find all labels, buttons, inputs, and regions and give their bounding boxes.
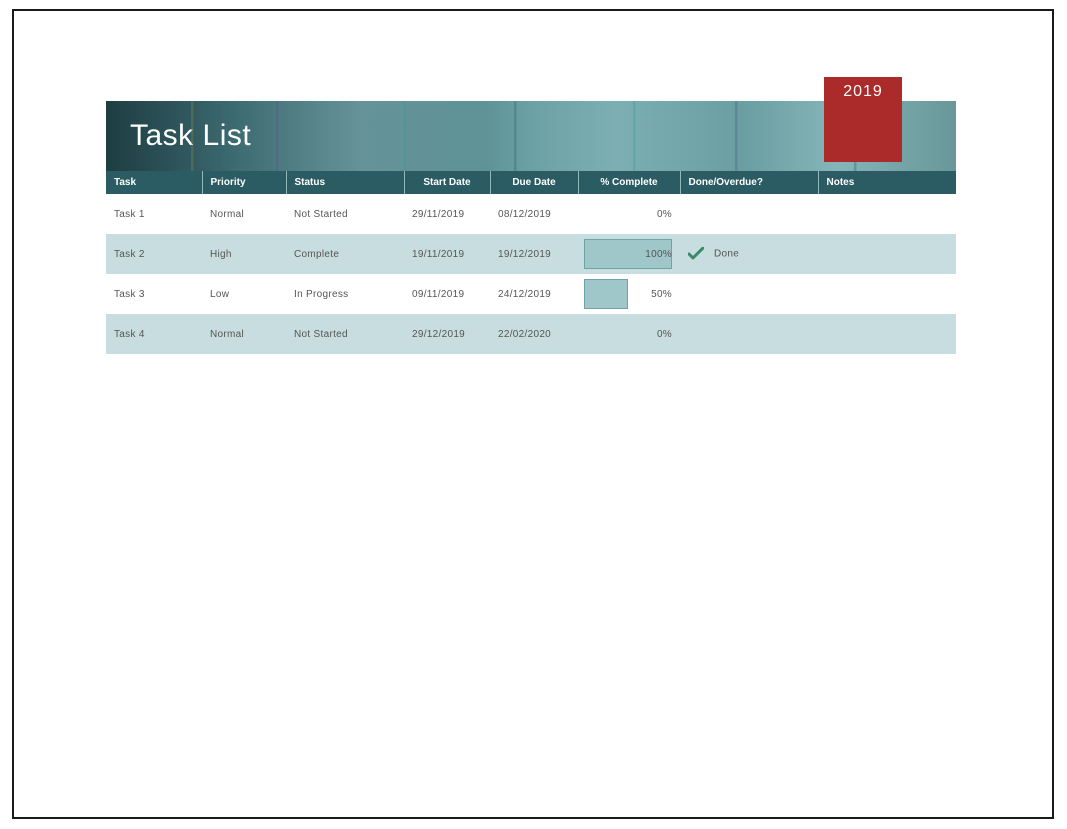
cell-pct-complete: 0% [578, 314, 680, 354]
col-task: Task [106, 171, 202, 194]
cell-pct-complete: 50% [578, 274, 680, 314]
cell-priority: Normal [202, 194, 286, 234]
year-badge: 2019 [824, 77, 902, 162]
cell-pct-complete: 0% [578, 194, 680, 234]
pct-label: 100% [645, 249, 672, 260]
table-row: Task 3LowIn Progress09/11/201924/12/2019… [106, 274, 956, 314]
cell-notes [818, 314, 956, 354]
col-notes: Notes [818, 171, 956, 194]
done-label: Done [714, 249, 739, 260]
cell-priority: Normal [202, 314, 286, 354]
cell-notes [818, 234, 956, 274]
cell-task: Task 1 [106, 194, 202, 234]
check-icon [688, 247, 704, 261]
col-start-date: Start Date [404, 171, 490, 194]
cell-status: Not Started [286, 194, 404, 234]
task-list-widget: 2019 Task List Task Priority Status Star… [106, 81, 956, 354]
col-done-overdue: Done/Overdue? [680, 171, 818, 194]
cell-pct-complete: 100% [578, 234, 680, 274]
cell-notes [818, 274, 956, 314]
pct-label: 0% [657, 329, 672, 340]
cell-done-overdue [680, 194, 818, 234]
cell-start-date: 09/11/2019 [404, 274, 490, 314]
cell-due-date: 08/12/2019 [490, 194, 578, 234]
table-row: Task 2HighComplete19/11/201919/12/2019 10… [106, 234, 956, 274]
table-row: Task 4NormalNot Started29/12/201922/02/2… [106, 314, 956, 354]
task-table: Task Priority Status Start Date Due Date… [106, 171, 956, 354]
table-row: Task 1NormalNot Started29/11/201908/12/2… [106, 194, 956, 234]
cell-due-date: 24/12/2019 [490, 274, 578, 314]
col-due-date: Due Date [490, 171, 578, 194]
pct-label: 0% [657, 209, 672, 220]
cell-done-overdue [680, 274, 818, 314]
cell-task: Task 2 [106, 234, 202, 274]
cell-task: Task 4 [106, 314, 202, 354]
cell-status: In Progress [286, 274, 404, 314]
cell-notes [818, 194, 956, 234]
cell-done-overdue: Done [680, 234, 818, 274]
cell-priority: Low [202, 274, 286, 314]
cell-task: Task 3 [106, 274, 202, 314]
cell-due-date: 19/12/2019 [490, 234, 578, 274]
col-pct-complete: % Complete [578, 171, 680, 194]
cell-due-date: 22/02/2020 [490, 314, 578, 354]
progress-bar [584, 279, 628, 309]
cell-status: Not Started [286, 314, 404, 354]
cell-done-overdue [680, 314, 818, 354]
pct-label: 50% [651, 289, 672, 300]
cell-start-date: 19/11/2019 [404, 234, 490, 274]
cell-priority: High [202, 234, 286, 274]
cell-start-date: 29/12/2019 [404, 314, 490, 354]
cell-status: Complete [286, 234, 404, 274]
cell-start-date: 29/11/2019 [404, 194, 490, 234]
col-priority: Priority [202, 171, 286, 194]
col-status: Status [286, 171, 404, 194]
table-header-row: Task Priority Status Start Date Due Date… [106, 171, 956, 194]
